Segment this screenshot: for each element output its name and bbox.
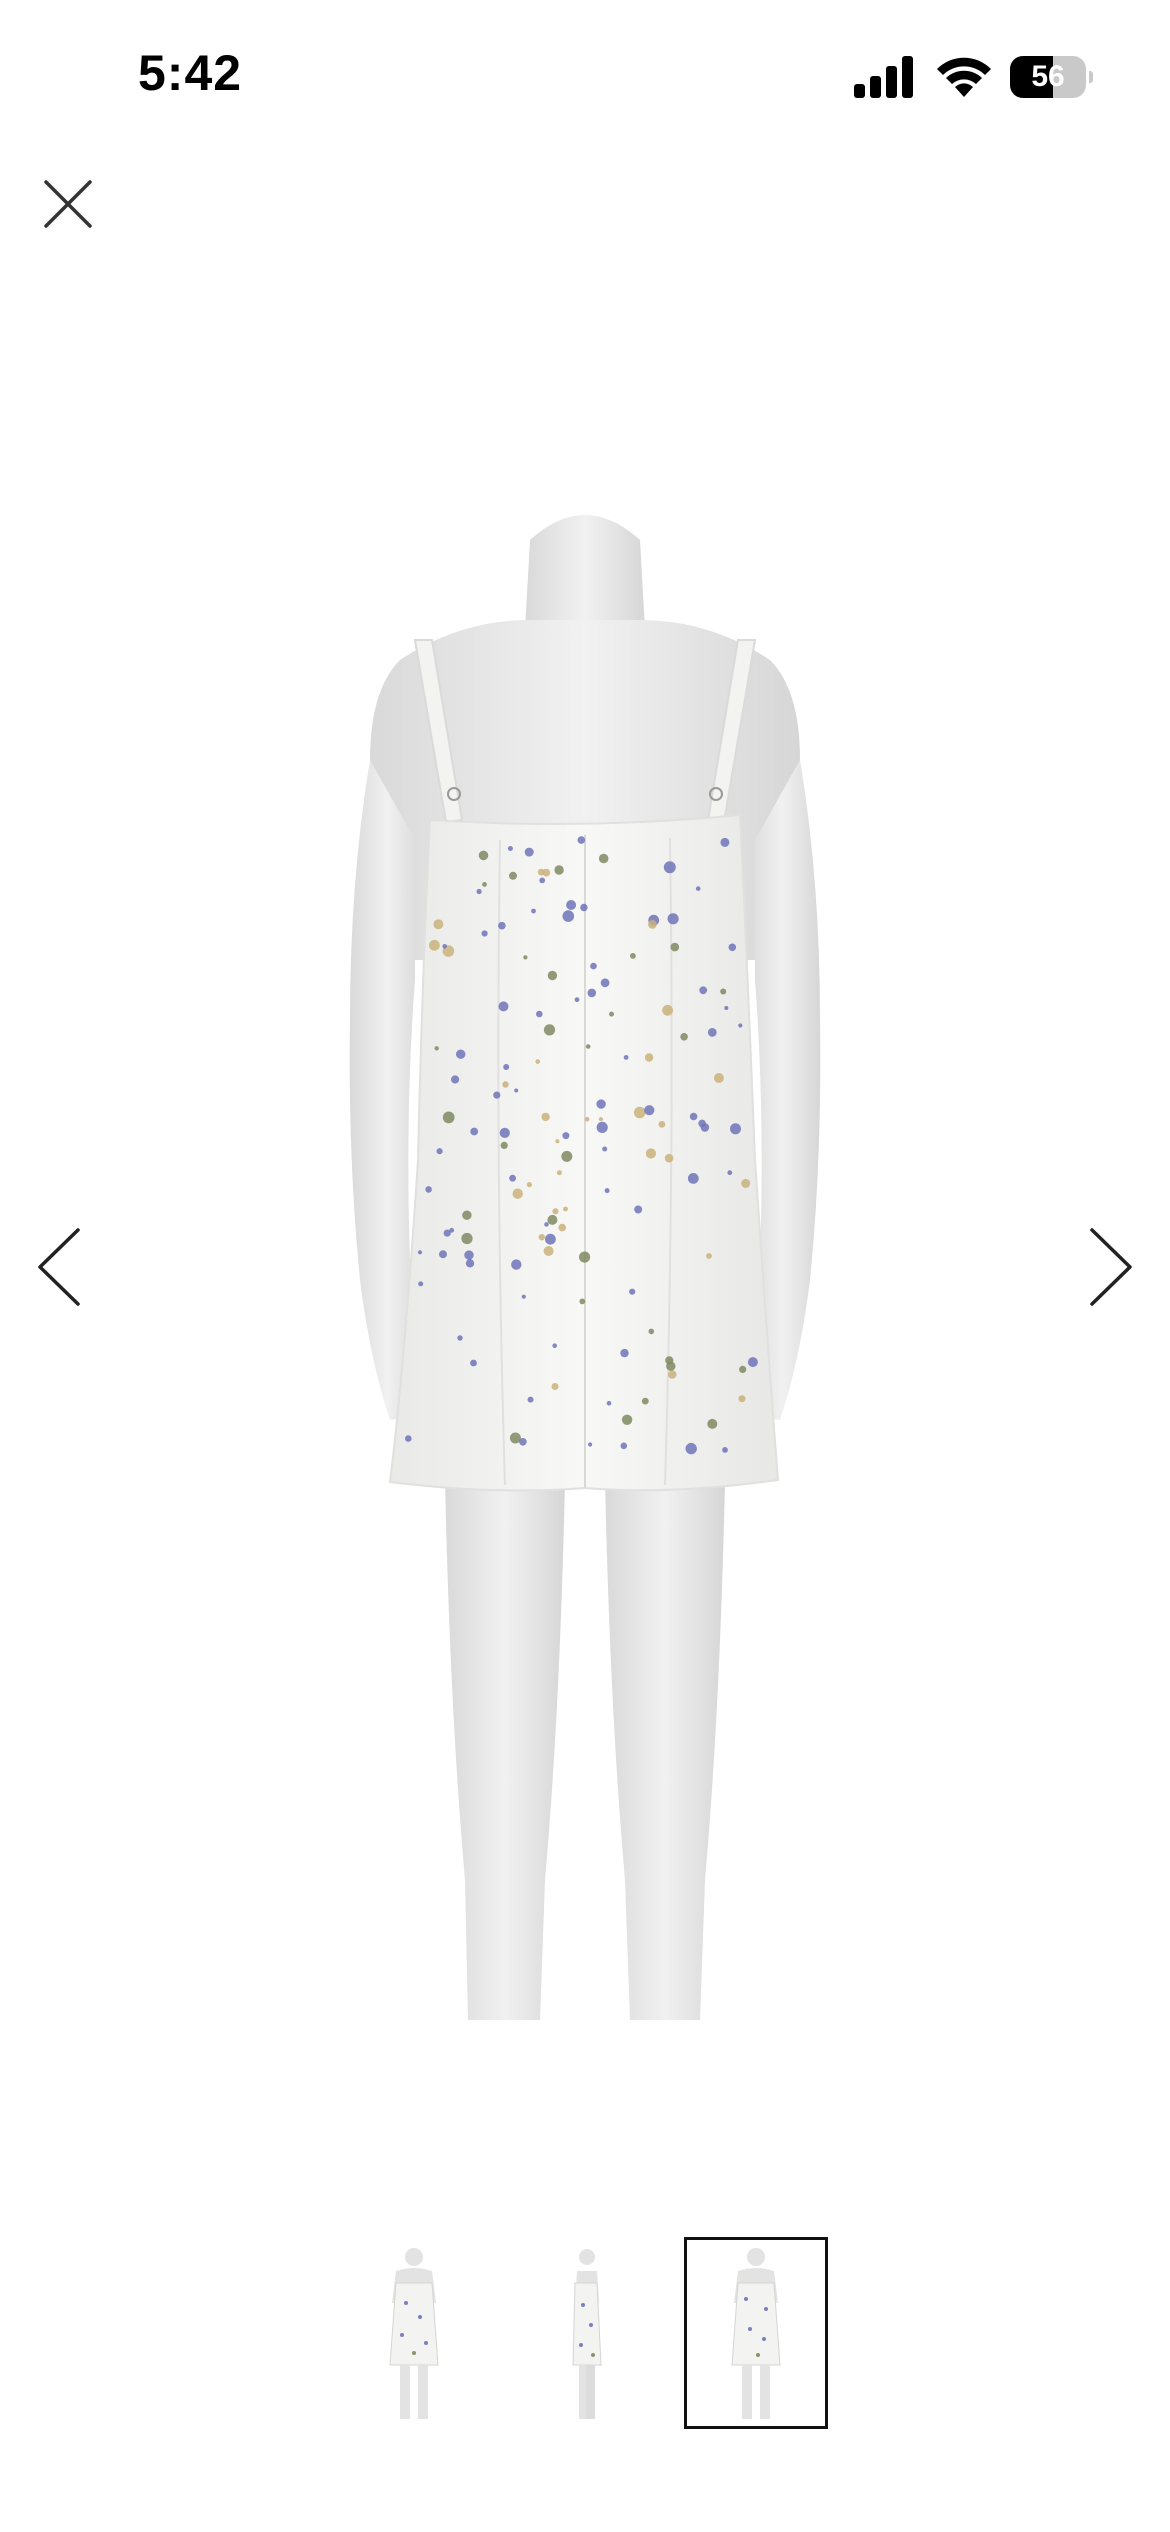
thumbnail-image	[572, 2249, 602, 2419]
image-viewer-screen: 5:42 56	[0, 0, 1170, 2532]
chevron-left-icon	[38, 1228, 80, 1306]
status-time: 5:42	[138, 45, 243, 101]
close-icon	[44, 180, 92, 228]
thumbnail-side-view[interactable]	[513, 2237, 657, 2429]
chevron-right-icon	[1090, 1228, 1132, 1306]
battery-icon: 56	[1010, 56, 1093, 98]
thumbnail-back-view[interactable]	[684, 2237, 828, 2429]
battery-percent: 56	[1031, 60, 1065, 93]
previous-image-button[interactable]	[30, 1222, 90, 1312]
thumbnail-image	[731, 2248, 781, 2419]
cellular-signal-icon	[854, 56, 913, 98]
wifi-icon	[937, 57, 991, 97]
product-main-image	[349, 515, 821, 2020]
next-image-button[interactable]	[1080, 1222, 1140, 1312]
status-bar: 5:42 56	[0, 0, 1170, 150]
thumbnail-front-view[interactable]	[342, 2237, 486, 2429]
thumbnail-image	[389, 2248, 439, 2419]
close-button[interactable]	[36, 172, 100, 236]
